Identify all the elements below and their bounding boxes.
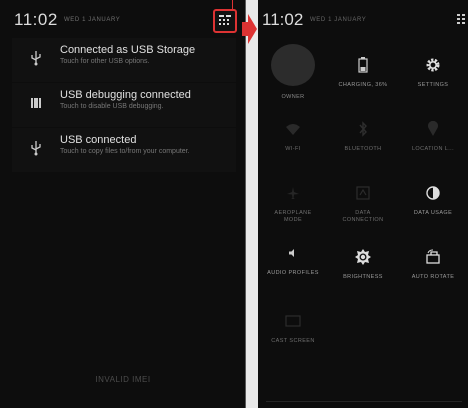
arrow-right-icon xyxy=(242,14,257,44)
tile-location[interactable]: LOCATION L... xyxy=(398,106,468,164)
notification-usb-debugging[interactable]: USB debugging connected Touch to disable… xyxy=(12,83,236,127)
usb-icon xyxy=(26,48,46,68)
rotate-icon xyxy=(422,246,444,268)
tile-cast-screen[interactable]: CAST SCREEN xyxy=(258,298,328,356)
tile-label: SETTINGS xyxy=(417,82,449,88)
location-icon xyxy=(422,118,444,140)
tile-audio-profiles[interactable]: AUDIO PROFILES xyxy=(258,234,328,292)
notification-usb-connected[interactable]: USB connected Touch to copy files to/fro… xyxy=(12,128,236,172)
tile-settings[interactable]: SETTINGS xyxy=(398,42,468,100)
tile-wifi[interactable]: WI-FI xyxy=(258,106,328,164)
notification-subtitle: Touch to copy files to/from your compute… xyxy=(60,148,190,155)
status-header: 11:02 WED 1 JANUARY xyxy=(0,0,246,42)
quick-settings-grid-icon xyxy=(219,15,231,25)
airplane-icon xyxy=(282,182,304,204)
quick-settings-panel: 11:02 WED 1 JANUARY OWNER CHARGING, 36% … xyxy=(258,0,468,408)
tile-label: LOCATION L... xyxy=(411,146,455,152)
tile-label: BLUETOOTH xyxy=(344,146,382,152)
tile-label: DATA CONNECTION xyxy=(342,210,384,223)
avatar xyxy=(271,44,315,86)
tile-data-connection[interactable]: DATA CONNECTION xyxy=(328,170,398,228)
bluetooth-icon xyxy=(352,118,374,140)
notification-shade: 11:02 WED 1 JANUARY Connected as USB Sto… xyxy=(0,0,246,408)
tile-aeroplane-mode[interactable]: AEROPLANE MODE xyxy=(258,170,328,228)
notification-subtitle: Touch for other USB options. xyxy=(60,58,150,65)
notification-usb-storage[interactable]: Connected as USB Storage Touch for other… xyxy=(12,38,236,82)
debug-square-icon xyxy=(26,93,46,113)
cast-icon xyxy=(282,310,304,332)
notification-title: USB connected xyxy=(60,134,137,146)
tile-label: DATA USAGE xyxy=(413,210,453,216)
tile-label: AUDIO PROFILES xyxy=(267,270,319,276)
tile-auto-rotate[interactable]: AUTO ROTATE xyxy=(398,234,468,292)
notification-title: USB debugging connected xyxy=(60,89,191,101)
clock: 11:02 xyxy=(14,10,58,29)
tile-label: OWNER xyxy=(281,94,305,100)
brightness-icon xyxy=(352,246,374,268)
quick-settings-toggle-button[interactable] xyxy=(213,9,237,33)
tile-bluetooth[interactable]: BLUETOOTH xyxy=(328,106,398,164)
usb-icon xyxy=(26,138,46,158)
tile-label: BRIGHTNESS xyxy=(343,274,383,280)
notification-title: Connected as USB Storage xyxy=(60,44,196,56)
divider xyxy=(266,401,462,402)
tile-label: WI-FI xyxy=(285,146,301,152)
invalid-imei-label: INVALID IMEI xyxy=(95,375,151,384)
date: WED 1 JANUARY xyxy=(310,17,367,23)
data-usage-icon xyxy=(422,182,444,204)
speaker-icon xyxy=(282,242,304,264)
quick-settings-grid-icon[interactable] xyxy=(456,12,466,26)
tile-label: AEROPLANE MODE xyxy=(274,210,312,223)
tile-label: CHARGING, 36% xyxy=(338,82,388,88)
battery-icon xyxy=(352,54,374,76)
gear-icon xyxy=(422,54,444,76)
wifi-icon xyxy=(282,118,304,140)
tile-label: CAST SCREEN xyxy=(271,338,315,344)
clock: 11:02 xyxy=(262,10,304,29)
tile-owner[interactable]: OWNER xyxy=(258,42,328,100)
data-icon xyxy=(352,182,374,204)
date: WED 1 JANUARY xyxy=(64,17,121,23)
tile-label: AUTO ROTATE xyxy=(411,274,455,280)
tile-battery[interactable]: CHARGING, 36% xyxy=(328,42,398,100)
tile-brightness[interactable]: BRIGHTNESS xyxy=(328,234,398,292)
tile-data-usage[interactable]: DATA USAGE xyxy=(398,170,468,228)
notification-subtitle: Touch to disable USB debugging. xyxy=(60,103,164,110)
